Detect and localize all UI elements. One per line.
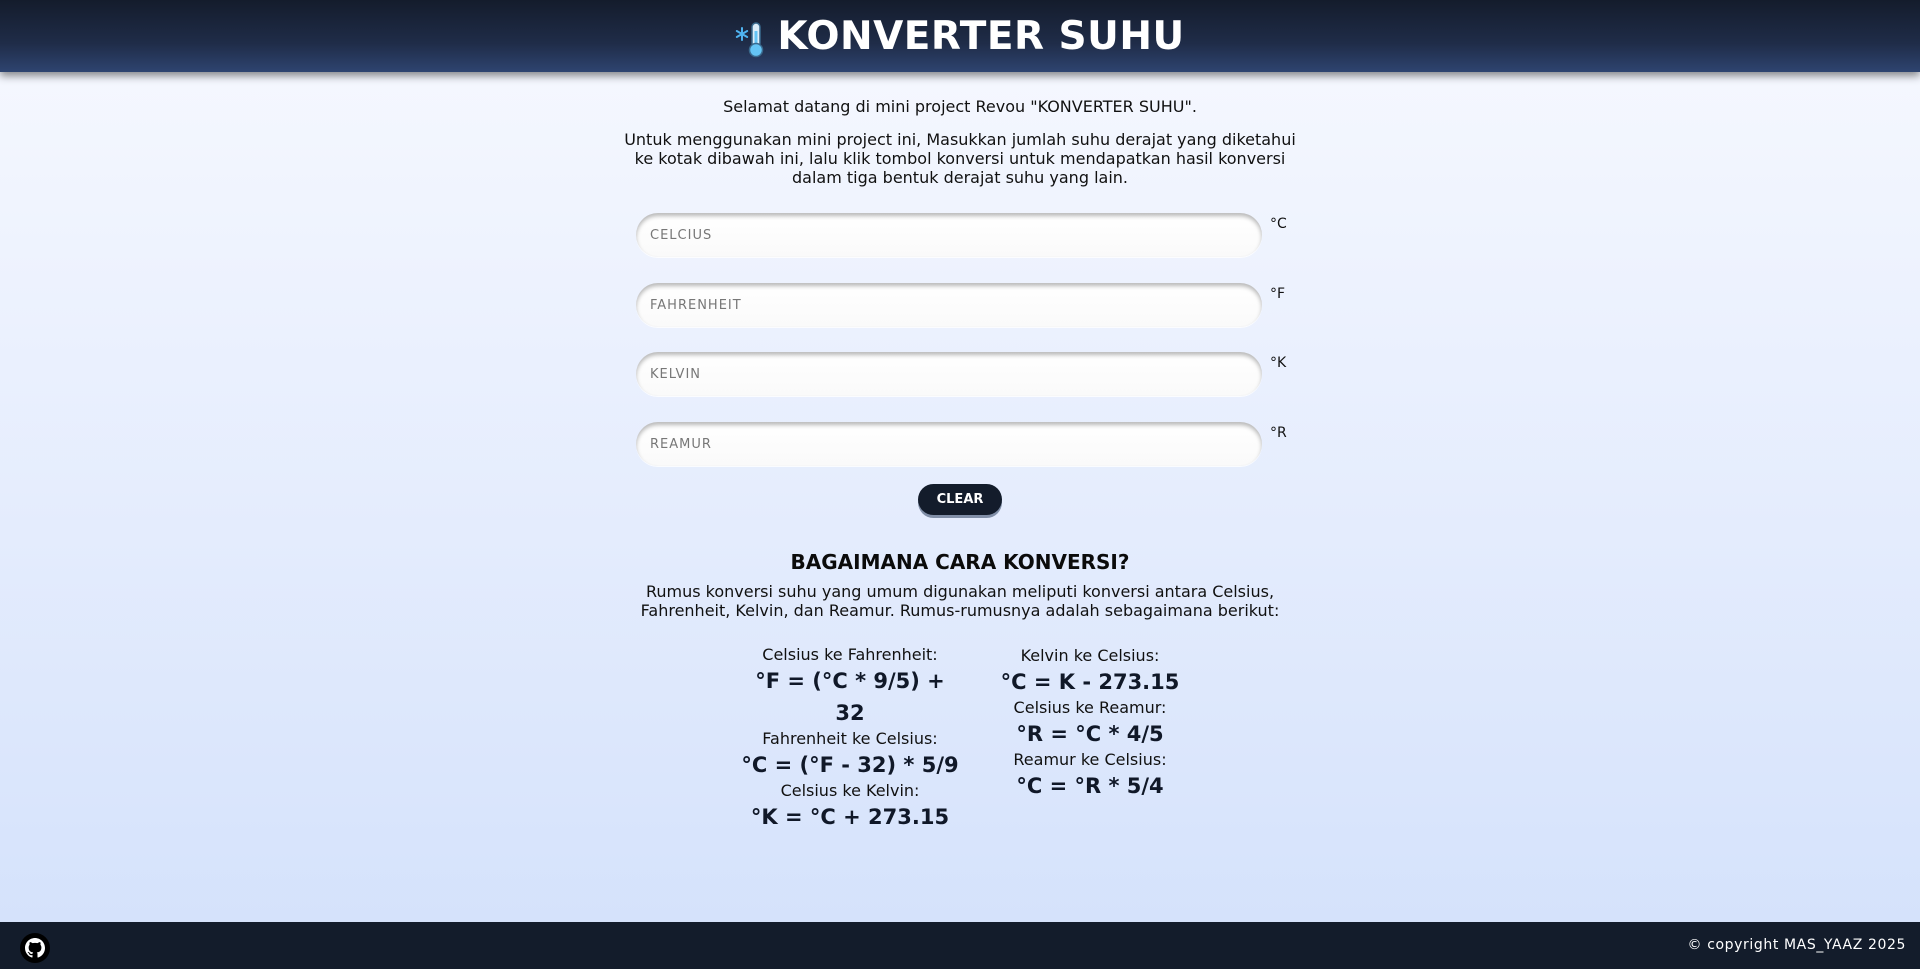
fahrenheit-unit-label: °F	[1270, 286, 1286, 302]
formula-equation: °R = °C * 4/5	[1016, 722, 1164, 746]
formula-equation: °C = (°F - 32) * 5/9	[741, 753, 959, 777]
formula-label: Celsius ke Kelvin:	[780, 781, 920, 800]
howto-description: Rumus konversi suhu yang umum digunakan …	[640, 582, 1280, 620]
kelvin-input[interactable]	[636, 352, 1262, 396]
formula-equation: °K = °C + 273.15	[750, 805, 950, 829]
celsius-input[interactable]	[636, 213, 1262, 257]
copyright-text: © copyright MAS_YAAZ 2025	[1687, 937, 1906, 953]
formula-equation: °C = K - 273.15	[1000, 670, 1180, 694]
reamur-unit-label: °R	[1270, 425, 1287, 441]
formula-label: Reamur ke Celsius:	[1013, 750, 1167, 769]
welcome-text: Selamat datang di mini project Revou "KO…	[723, 97, 1197, 116]
clear-button[interactable]: CLEAR	[918, 484, 1002, 515]
header-title-wrap: KONVERTER SUHU	[735, 13, 1184, 59]
snowflake-thermometer-icon	[736, 22, 764, 58]
celsius-unit-label: °C	[1270, 216, 1287, 232]
formula-column-right: Kelvin ke Celsius: °C = K - 273.15 Celsi…	[990, 646, 1190, 802]
github-link[interactable]	[20, 933, 50, 963]
instructions-text: Untuk menggunakan mini project ini, Masu…	[624, 130, 1296, 187]
reamur-input[interactable]	[636, 422, 1262, 466]
formula-label: Celsius ke Fahrenheit:	[762, 645, 938, 664]
intro-section: Selamat datang di mini project Revou "KO…	[620, 97, 1300, 201]
formula-equation: °C = °R * 5/4	[1016, 774, 1164, 798]
fahrenheit-row: °F	[636, 283, 1296, 329]
kelvin-row: °K	[636, 352, 1296, 398]
formula-equation: °F = (°C * 9/5) + 32	[755, 669, 945, 725]
page-footer: © copyright MAS_YAAZ 2025	[0, 922, 1920, 969]
formula-label: Celsius ke Reamur:	[1013, 698, 1167, 717]
celsius-row: °C	[636, 213, 1296, 259]
formula-label: Fahrenheit ke Celsius:	[762, 729, 938, 748]
howto-title: BAGAIMANA CARA KONVERSI?	[790, 550, 1130, 574]
fahrenheit-input[interactable]	[636, 283, 1262, 327]
formula-label: Kelvin ke Celsius:	[1020, 646, 1160, 665]
page-title: KONVERTER SUHU	[777, 13, 1185, 59]
kelvin-unit-label: °K	[1270, 355, 1287, 371]
formula-column-left: Celsius ke Fahrenheit: °F = (°C * 9/5) +…	[740, 645, 960, 833]
reamur-row: °R	[636, 422, 1296, 468]
github-icon	[25, 938, 45, 958]
page-header: KONVERTER SUHU	[0, 0, 1920, 72]
